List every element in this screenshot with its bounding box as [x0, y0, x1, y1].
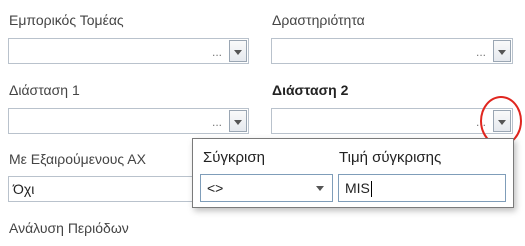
excluded-select[interactable]: Όχι: [8, 176, 198, 202]
chevron-down-icon: [316, 186, 324, 191]
activity-label: Δραστηριότητα: [272, 12, 365, 28]
dimension1-field[interactable]: ...: [8, 108, 249, 134]
business-sector-label: Εμπορικός Τομέας: [9, 12, 124, 28]
comparison-value-header: Τιμή σύγκρισης: [339, 149, 442, 166]
dimension1-label: Διάσταση 1: [9, 82, 80, 98]
comparison-popup: Σύγκριση Τιμή σύγκρισης <> MIS: [192, 138, 514, 208]
activity-dropdown-button[interactable]: [493, 40, 511, 62]
comparison-value-text: MIS: [345, 180, 370, 196]
comparison-value-input[interactable]: MIS: [338, 174, 506, 202]
comparison-operator-select[interactable]: <>: [200, 174, 333, 202]
chevron-down-icon: [498, 50, 506, 55]
chevron-down-icon: [234, 50, 242, 55]
business-sector-field[interactable]: ...: [8, 38, 249, 64]
text-cursor: [370, 181, 372, 198]
dimension2-label: Διάσταση 2: [272, 82, 349, 98]
dimension2-field[interactable]: ...: [271, 108, 513, 134]
business-sector-ellipsis-button[interactable]: ...: [205, 39, 228, 63]
comparison-operator-value: <>: [207, 180, 224, 196]
activity-ellipsis-button[interactable]: ...: [469, 39, 492, 63]
business-sector-dropdown-button[interactable]: [229, 40, 247, 62]
excluded-label: Με Εξαιρούμενους ΑΧ: [9, 151, 146, 167]
activity-field[interactable]: ...: [271, 38, 513, 64]
dimension1-ellipsis-button[interactable]: ...: [205, 109, 228, 133]
period-analysis-label: Ανάλυση Περιόδων: [9, 220, 129, 236]
comparison-header: Σύγκριση: [203, 149, 265, 166]
dimension1-dropdown-button[interactable]: [229, 110, 247, 132]
chevron-down-icon: [234, 120, 242, 125]
